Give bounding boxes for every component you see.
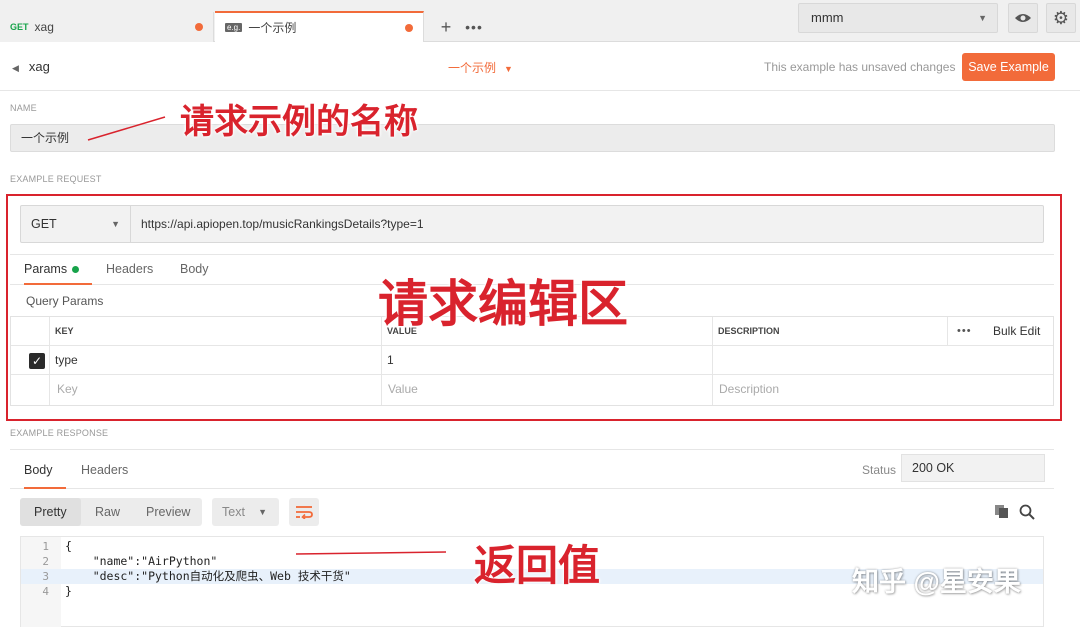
back-link[interactable]: ◀ xag [12, 59, 50, 74]
example-icon: e.g. [225, 23, 243, 32]
unsaved-dot [405, 24, 413, 32]
view-raw-button[interactable]: Raw [95, 498, 120, 526]
format-value: Text [222, 505, 245, 519]
tab-method-badge: GET [10, 22, 29, 32]
code-text: { [65, 539, 72, 553]
view-preview-button[interactable]: Preview [146, 498, 190, 526]
divider [0, 90, 1080, 91]
back-label: xag [28, 59, 50, 74]
unsaved-dot [195, 23, 203, 31]
unsaved-notice: This example has unsaved changes [764, 60, 956, 74]
response-tabs: Body Headers [10, 449, 1054, 489]
chevron-down-icon: ▼ [258, 507, 267, 517]
code-text: } [65, 584, 72, 598]
example-name-input[interactable]: 一个示例 [10, 124, 1055, 152]
format-select[interactable]: Text ▼ [212, 498, 279, 526]
eye-icon [1015, 14, 1031, 22]
tab-example[interactable]: e.g. 一个示例 [215, 11, 424, 42]
watermark: 知乎 @星安果 [852, 567, 1021, 597]
tab-label: 一个示例 [248, 21, 297, 35]
example-title-dropdown[interactable]: 一个示例 ▼ [448, 59, 513, 76]
response-section-label: EXAMPLE RESPONSE [10, 428, 109, 438]
tab-response-body[interactable]: Body [24, 455, 66, 489]
save-example-button[interactable]: Save Example [962, 53, 1055, 81]
copy-icon[interactable] [995, 505, 1009, 519]
line-number: 2 [42, 555, 49, 568]
request-section-label: EXAMPLE REQUEST [10, 174, 102, 184]
gear-icon: ⚙ [1052, 7, 1070, 28]
annotation-request: 请求编辑区 [378, 275, 628, 333]
view-pretty-button[interactable]: Pretty [20, 498, 81, 526]
environment-value: mmm [811, 10, 844, 25]
settings-button[interactable]: ⚙ [1046, 3, 1076, 33]
status-label: Status [862, 463, 897, 477]
status-input[interactable]: 200 OK [901, 454, 1045, 482]
annotation-response: 返回值 [474, 541, 601, 590]
tab-bar: GET xag e.g. 一个示例 + ••• mmm ▼ ⚙ [0, 0, 1080, 42]
line-number: 4 [42, 585, 49, 598]
name-section-label: NAME [10, 103, 37, 113]
line-number: 3 [42, 570, 49, 583]
new-tab-button[interactable]: + [432, 12, 460, 42]
environment-select[interactable]: mmm ▼ [798, 3, 998, 33]
search-icon[interactable] [1019, 504, 1035, 520]
more-tabs-button[interactable]: ••• [460, 12, 488, 42]
view-mode-group: Pretty Raw Preview [20, 498, 202, 526]
annotation-name: 请求示例的名称 [180, 102, 418, 142]
wrap-lines-icon [296, 506, 313, 519]
chevron-down-icon: ▼ [504, 64, 513, 74]
wrap-lines-button[interactable] [289, 498, 319, 526]
code-text: "desc":"Python自动化及爬虫、Web 技术干货" [65, 569, 351, 583]
eye-button[interactable] [1008, 3, 1038, 33]
tab-label: xag [34, 20, 54, 34]
chevron-down-icon: ▼ [978, 13, 987, 23]
tab-request-xag[interactable]: GET xag [0, 12, 214, 42]
line-number: 1 [42, 540, 49, 553]
back-arrow-icon: ◀ [12, 63, 19, 73]
code-text: "name":"AirPython" [65, 554, 218, 568]
tab-response-headers[interactable]: Headers [81, 455, 128, 485]
example-title: 一个示例 [448, 61, 497, 75]
